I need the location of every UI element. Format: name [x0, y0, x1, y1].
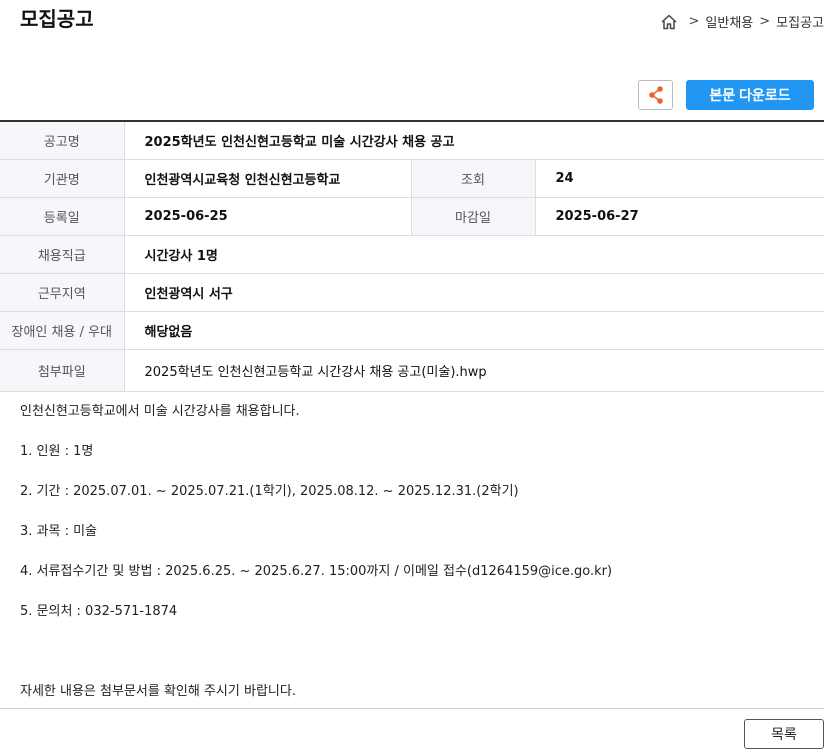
value-org: 인천광역시교육청 인천신현고등학교	[124, 159, 412, 198]
body-outro: 자세한 내용은 첨부문서를 확인해 주시기 바랍니다.	[20, 684, 296, 699]
value-views: 24	[535, 159, 824, 198]
breadcrumb-separator: >	[759, 14, 771, 29]
share-button[interactable]	[638, 80, 673, 110]
label-region: 근무지역	[0, 273, 125, 312]
row-dates: 등록일 2025-06-25 마감일 2025-06-27	[0, 197, 824, 236]
label-reg-date: 등록일	[0, 197, 125, 236]
label-org: 기관명	[0, 159, 125, 198]
breadcrumb-item-current: 모집공고	[776, 16, 824, 31]
page-title: 모집공고	[20, 7, 94, 31]
label-attachment: 첨부파일	[0, 349, 125, 392]
label-disabled: 장애인 채용 / 우대	[0, 311, 125, 350]
value-reg-date: 2025-06-25	[124, 197, 412, 236]
value-region: 인천광역시 서구	[124, 273, 824, 312]
divider	[0, 708, 824, 709]
body-item-3: 3. 과목 : 미술	[20, 524, 98, 539]
label-position: 채용직급	[0, 235, 125, 274]
row-attachment: 첨부파일 2025학년도 인천신현고등학교 시간강사 채용 공고(미술).hwp	[0, 349, 824, 392]
row-title: 공고명 2025학년도 인천신현고등학교 미술 시간강사 채용 공고	[0, 121, 824, 160]
row-position: 채용직급 시간강사 1명	[0, 235, 824, 274]
label-deadline: 마감일	[411, 197, 536, 236]
download-button[interactable]: 본문 다운로드	[686, 80, 814, 110]
body-item-1: 1. 인원 : 1명	[20, 444, 94, 459]
body-item-2: 2. 기간 : 2025.07.01. ~ 2025.07.21.(1학기), …	[20, 484, 519, 499]
label-views: 조회	[411, 159, 536, 198]
label-title: 공고명	[0, 121, 125, 160]
breadcrumb: > 일반채용 > 모집공고	[660, 12, 824, 31]
list-button[interactable]: 목록	[744, 719, 824, 749]
breadcrumb-item-general[interactable]: 일반채용	[705, 12, 753, 31]
value-disabled: 해당없음	[124, 311, 824, 350]
value-title: 2025학년도 인천신현고등학교 미술 시간강사 채용 공고	[124, 121, 824, 160]
body-item-5: 5. 문의처 : 032-571-1874	[20, 604, 178, 619]
value-position: 시간강사 1명	[124, 235, 824, 274]
attachment-link[interactable]: 2025학년도 인천신현고등학교 시간강사 채용 공고(미술).hwp	[124, 349, 824, 392]
row-org: 기관명 인천광역시교육청 인천신현고등학교 조회 24	[0, 159, 824, 198]
body-intro: 인천신현고등학교에서 미술 시간강사를 채용합니다.	[20, 404, 300, 419]
row-disabled: 장애인 채용 / 우대 해당없음	[0, 311, 824, 350]
breadcrumb-separator: >	[688, 14, 700, 29]
post-body: 인천신현고등학교에서 미술 시간강사를 채용합니다. 1. 인원 : 1명 2.…	[20, 402, 612, 702]
row-region: 근무지역 인천광역시 서구	[0, 273, 824, 312]
value-deadline: 2025-06-27	[535, 197, 824, 236]
info-table: 공고명 2025학년도 인천신현고등학교 미술 시간강사 채용 공고 기관명 인…	[0, 120, 824, 392]
share-icon	[648, 86, 663, 104]
body-item-4: 4. 서류접수기간 및 방법 : 2025.6.25. ~ 2025.6.27.…	[20, 564, 613, 579]
home-icon[interactable]	[660, 13, 678, 31]
